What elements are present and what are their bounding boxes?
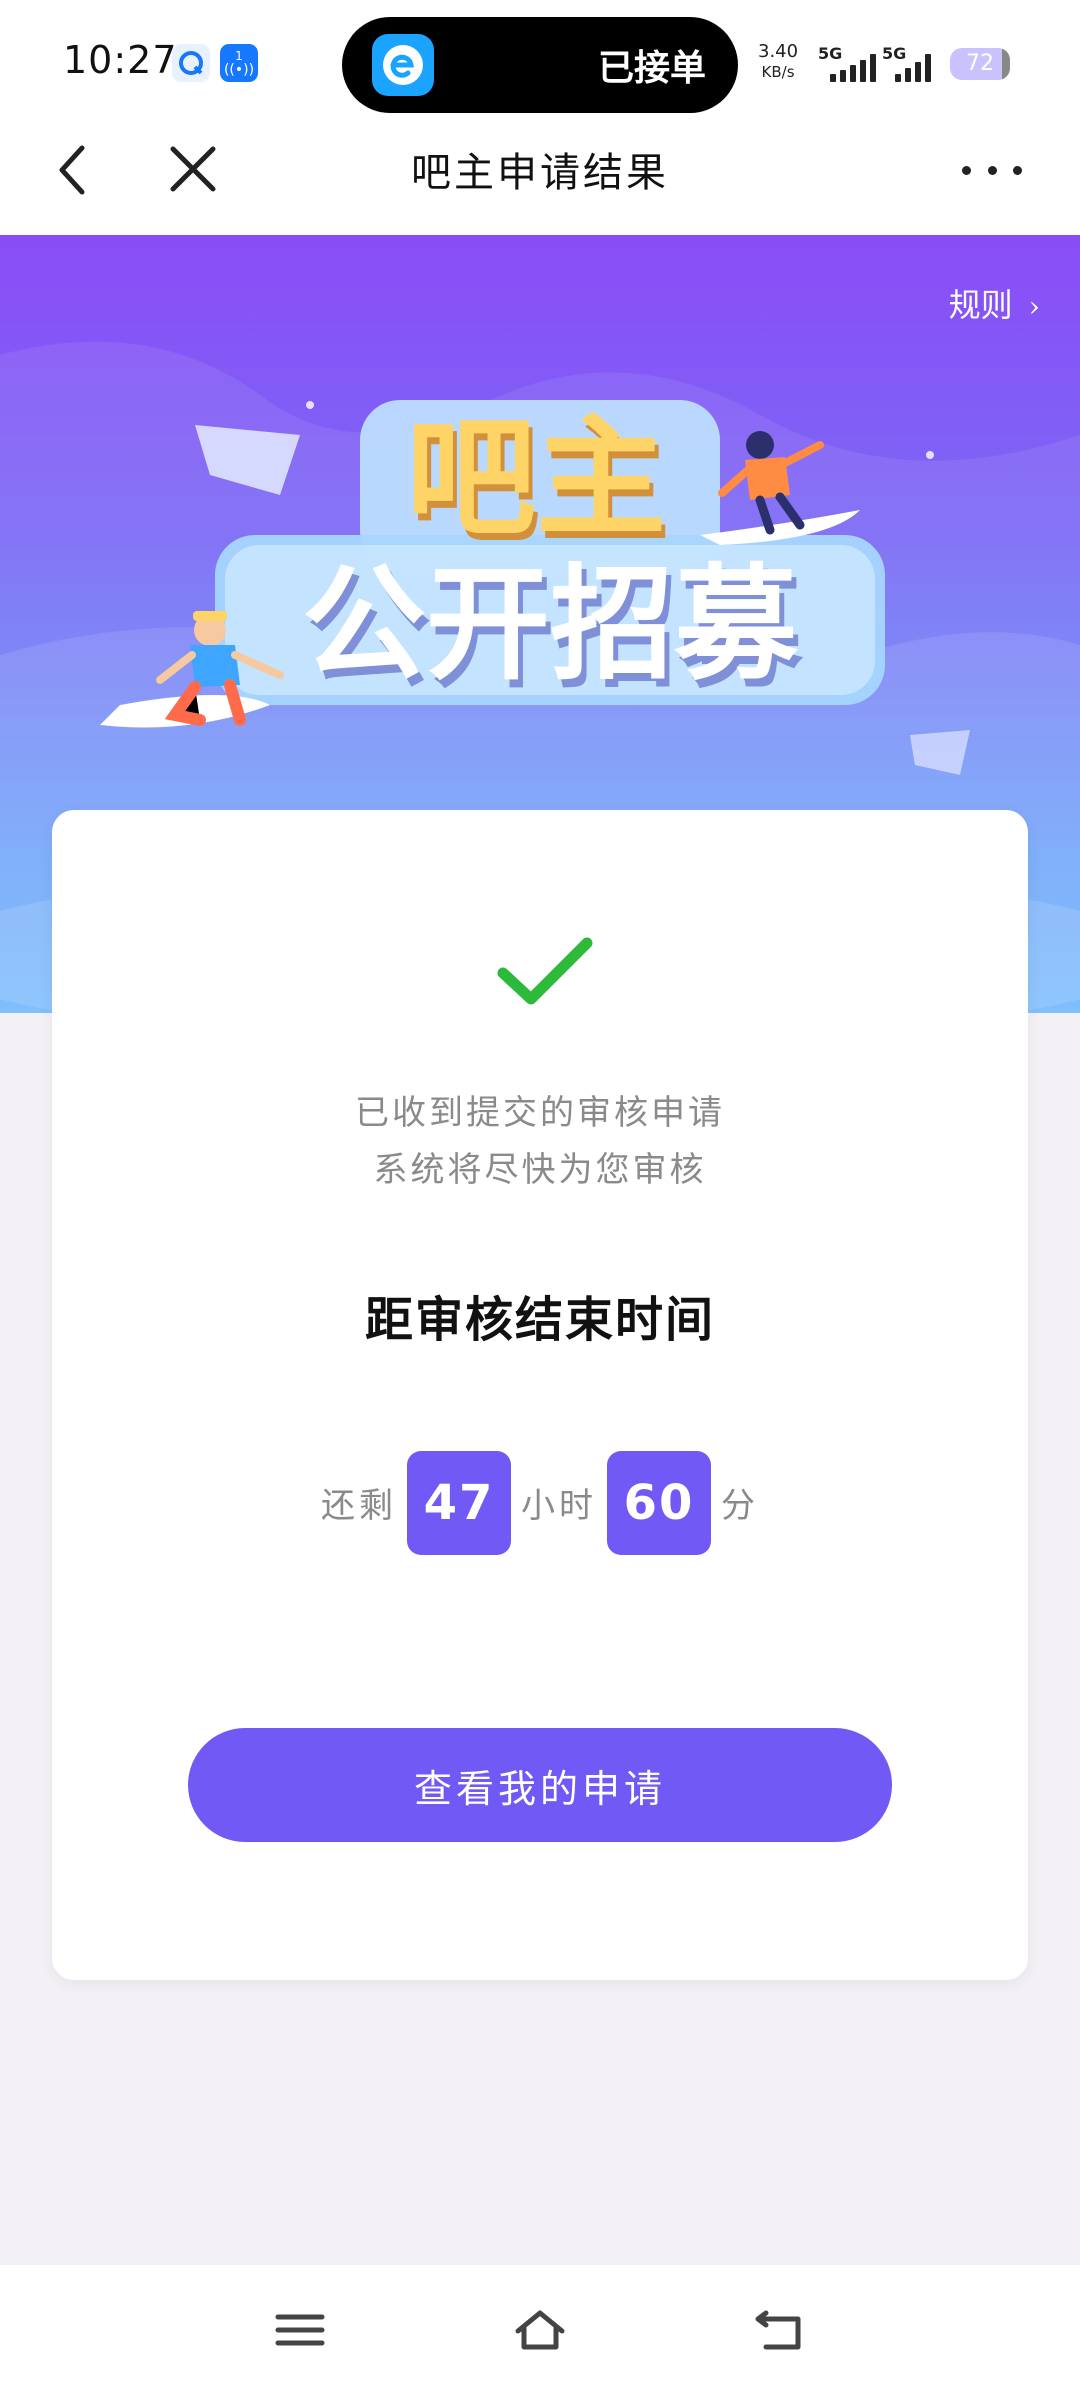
- countdown-title: 距审核结束时间: [364, 1292, 715, 1348]
- countdown-timer: 还剩 47 小时 60 分: [52, 1450, 1028, 1555]
- minutes-label: 分: [721, 1486, 759, 1526]
- status-bar: 10:27 1 ((•)) 已接单 3.40 KB/s 5G 5G 72: [0, 0, 1080, 130]
- signal-bars-2: [895, 52, 931, 82]
- back-icon[interactable]: [752, 2305, 808, 2355]
- headline-top: 吧主: [406, 402, 666, 554]
- delivery-app-icon: [372, 34, 434, 96]
- net-speed-unit: KB/s: [761, 63, 795, 81]
- battery-indicator: 72: [950, 48, 1010, 80]
- chevron-right-icon: ›: [1028, 290, 1040, 323]
- home-icon[interactable]: [512, 2305, 568, 2355]
- view-application-button[interactable]: 查看我的申请: [188, 1728, 892, 1842]
- page-title: 吧主申请结果: [411, 150, 669, 196]
- menu-icon[interactable]: [272, 2305, 328, 2355]
- submission-message-line2: 系统将尽快为您审核: [373, 1150, 707, 1190]
- hours-value: 47: [407, 1450, 511, 1555]
- net-speed-value: 3.40: [758, 41, 799, 62]
- minutes-value: 60: [607, 1450, 711, 1555]
- system-nav-bar: [0, 2265, 1080, 2392]
- signal-bars-1: [830, 52, 876, 82]
- success-check-icon: [497, 937, 593, 1005]
- live-activity-pill[interactable]: 已接单: [342, 17, 738, 113]
- hours-label: 小时: [521, 1486, 597, 1526]
- app-notification-icon: [172, 44, 210, 82]
- rules-link[interactable]: 规则 ›: [949, 280, 1040, 326]
- submission-message-line1: 已收到提交的审核申请: [355, 1093, 725, 1133]
- remaining-label: 还剩: [321, 1486, 397, 1526]
- broadcast-icon: 1 ((•)): [220, 44, 258, 82]
- more-dots-icon[interactable]: [962, 160, 1022, 180]
- rules-label: 规则: [948, 286, 1013, 324]
- headline-bottom: 公开招募: [302, 553, 799, 697]
- status-time: 10:27: [63, 38, 178, 82]
- live-activity-text: 已接单: [597, 48, 706, 89]
- result-card: 已收到提交的审核申请 系统将尽快为您审核 距审核结束时间 还剩 47 小时 60…: [52, 810, 1028, 1980]
- net-speed: 3.40 KB/s: [758, 42, 798, 82]
